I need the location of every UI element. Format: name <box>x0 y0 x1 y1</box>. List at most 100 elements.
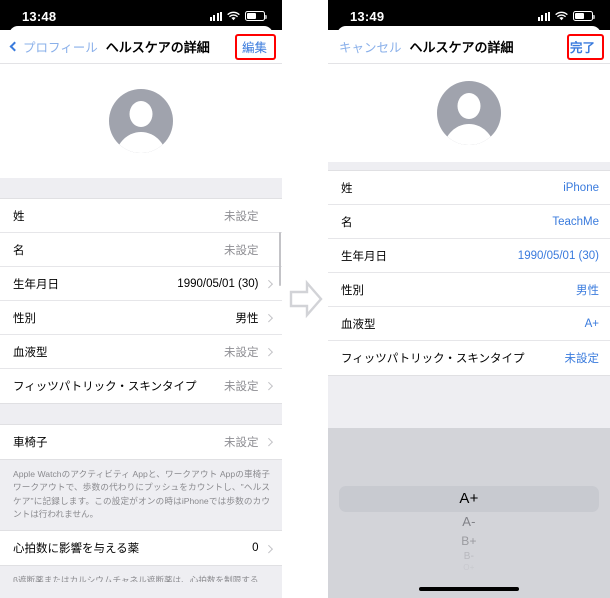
row-label: 性別 <box>341 284 364 297</box>
row-label: 生年月日 <box>341 250 387 263</box>
picker-option[interactable]: B- <box>328 550 610 563</box>
row-label: 性別 <box>13 312 36 325</box>
row-label: 生年月日 <box>13 278 59 291</box>
table-row[interactable]: 姓 iPhone <box>328 171 610 205</box>
row-value[interactable]: 未設定 <box>565 350 600 366</box>
medications-group: 心拍数に影響を与える薬 0 <box>0 530 282 567</box>
row-label: 名 <box>341 216 353 229</box>
row-value: 未設定 <box>224 346 259 359</box>
table-row[interactable]: 性別 男性 <box>328 273 610 307</box>
right-phone-screenshot: 13:49 キャンセル ヘルスケアの詳細 完了 姓 iPhone 名 Teach… <box>328 0 610 598</box>
row-label: 姓 <box>13 210 25 223</box>
person-avatar-icon[interactable] <box>437 81 501 145</box>
table-row[interactable]: 血液型 未設定 <box>0 335 282 369</box>
picker-option[interactable]: O+ <box>328 563 610 572</box>
wifi-icon <box>555 11 568 21</box>
status-time: 13:48 <box>22 8 57 24</box>
row-value: 未設定 <box>224 244 259 257</box>
table-row[interactable]: フィッツパトリック・スキンタイプ 未設定 <box>328 341 610 375</box>
back-button-label: プロフィール <box>23 41 98 55</box>
medications-footnote: β遮断薬またはカルシウムチャネル遮断薬は、心拍数を制限する <box>0 566 282 583</box>
picker-option-selected[interactable]: A+ <box>328 486 610 512</box>
avatar-body <box>443 124 495 145</box>
row-label: 名 <box>13 244 25 257</box>
row-value[interactable]: A+ <box>585 318 599 330</box>
table-row[interactable]: 血液型 A+ <box>328 307 610 341</box>
row-value[interactable]: 男性 <box>576 282 599 298</box>
wheelchair-footnote: Apple Watchのアクティビティ Appと、ワークアウト Appの車椅子ワ… <box>0 460 282 531</box>
navigation-bar: キャンセル ヘルスケアの詳細 完了 <box>328 30 610 64</box>
status-icons <box>209 9 267 21</box>
chevron-right-icon <box>264 544 273 553</box>
signal-bars-icon <box>209 11 222 21</box>
row-label: 車椅子 <box>13 437 48 449</box>
comparison-stage: 13:48 プロフィール ヘルスケアの詳細 編集 姓 未設定 名 未設定 生年月… <box>0 0 610 598</box>
avatar-section <box>328 64 610 162</box>
table-row[interactable]: 性別 男性 <box>0 301 282 335</box>
row-label: フィッツパトリック・スキンタイプ <box>341 353 525 365</box>
row-label: フィッツパトリック・スキンタイプ <box>13 381 197 393</box>
row-label: 心拍数に影響を与える薬 <box>13 543 140 556</box>
navigation-bar: プロフィール ヘルスケアの詳細 編集 <box>0 30 282 64</box>
row-value: 0 <box>252 542 259 555</box>
left-phone-screenshot: 13:48 プロフィール ヘルスケアの詳細 編集 姓 未設定 名 未設定 生年月… <box>0 0 282 598</box>
picker-option[interactable]: A- <box>328 512 610 532</box>
table-row[interactable]: 姓 未設定 <box>0 199 282 233</box>
avatar-head <box>129 101 153 127</box>
chevron-left-icon <box>9 41 20 52</box>
row-value[interactable]: 1990/05/01 (30) <box>518 250 599 262</box>
back-button[interactable]: プロフィール <box>9 37 98 56</box>
picker-items: A+ A- B+ B- O+ <box>328 486 610 572</box>
avatar-body <box>115 132 167 153</box>
section-gap <box>0 178 282 198</box>
chevron-right-icon <box>264 347 273 356</box>
chevron-right-icon <box>264 279 273 288</box>
row-value: 男性 <box>235 312 259 325</box>
status-time: 13:49 <box>350 8 385 24</box>
signal-bars-icon <box>537 11 550 21</box>
row-label: 姓 <box>341 182 353 195</box>
avatar-section <box>0 64 282 178</box>
chevron-right-icon <box>264 438 273 446</box>
right-content-scroll[interactable]: 姓 iPhone 名 TeachMe 生年月日 1990/05/01 (30) … <box>328 64 610 598</box>
table-row[interactable]: 名 未設定 <box>0 233 282 267</box>
left-content-scroll[interactable]: 姓 未設定 名 未設定 生年月日 1990/05/01 (30) 性別 男性 血… <box>0 64 282 598</box>
table-row[interactable]: 生年月日 1990/05/01 (30) <box>328 239 610 273</box>
row-value[interactable]: TeachMe <box>552 216 599 228</box>
table-row[interactable]: 心拍数に影響を与える薬 0 <box>0 531 282 566</box>
edit-button[interactable]: 編集 <box>238 35 271 58</box>
person-avatar-icon[interactable] <box>109 89 173 153</box>
row-value[interactable]: iPhone <box>563 182 599 194</box>
wifi-icon <box>227 11 240 21</box>
chevron-right-icon <box>264 382 273 390</box>
blood-type-picker[interactable]: A+ A- B+ B- O+ <box>328 428 610 598</box>
avatar-head <box>457 93 481 119</box>
battery-icon <box>245 11 267 21</box>
row-value: 未設定 <box>224 381 259 393</box>
row-value: 未設定 <box>224 437 259 449</box>
row-label: 血液型 <box>13 346 48 359</box>
status-icons <box>537 9 595 21</box>
picker-option[interactable]: B+ <box>328 532 610 550</box>
profile-fields-group: 姓 iPhone 名 TeachMe 生年月日 1990/05/01 (30) … <box>328 170 610 376</box>
cancel-button[interactable]: キャンセル <box>339 37 402 56</box>
row-value: 1990/05/01 (30) <box>177 277 259 290</box>
table-row[interactable]: フィッツパトリック・スキンタイプ 未設定 <box>0 369 282 403</box>
row-value: 未設定 <box>224 210 259 223</box>
page-title: ヘルスケアの詳細 <box>105 40 210 55</box>
row-label: 血液型 <box>341 318 376 331</box>
chevron-right-icon <box>264 313 273 322</box>
battery-icon <box>573 11 595 21</box>
table-row[interactable]: 名 TeachMe <box>328 205 610 239</box>
right-arrow-icon <box>289 279 323 319</box>
section-gap <box>328 162 610 170</box>
page-title: ヘルスケアの詳細 <box>409 40 514 55</box>
table-row[interactable]: 車椅子 未設定 <box>0 425 282 459</box>
wheelchair-group: 車椅子 未設定 <box>0 424 282 460</box>
scroll-indicator[interactable] <box>279 232 281 286</box>
done-button[interactable]: 完了 <box>566 35 599 58</box>
section-gap <box>328 376 610 384</box>
home-indicator[interactable] <box>419 587 519 591</box>
table-row[interactable]: 生年月日 1990/05/01 (30) <box>0 267 282 301</box>
transition-arrow-container <box>283 0 329 598</box>
